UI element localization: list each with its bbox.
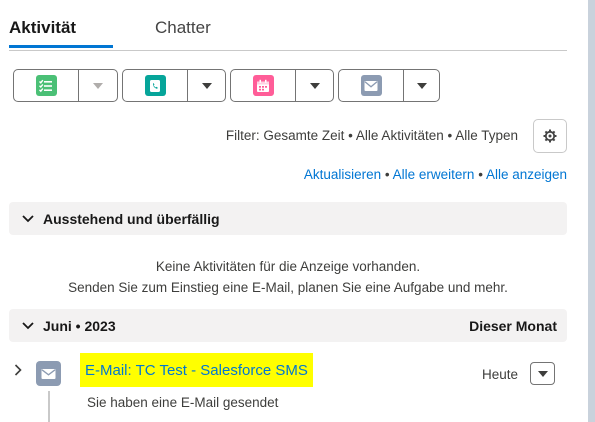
new-task-button[interactable] — [14, 70, 79, 101]
view-all-link[interactable]: Alle anzeigen — [486, 167, 567, 182]
empty-message-line: Senden Sie zum Einstieg eine E-Mail, pla… — [68, 280, 508, 295]
expand-all-link[interactable]: Alle erweitern — [393, 167, 475, 182]
new-task-button-group — [13, 69, 118, 102]
refresh-link[interactable]: Aktualisieren — [304, 167, 381, 182]
chevron-down-icon — [309, 82, 320, 89]
new-task-dropdown[interactable] — [79, 70, 117, 101]
email-button[interactable] — [339, 70, 404, 101]
activity-links: Aktualisieren • Alle erweitern • Alle an… — [304, 167, 567, 182]
timeline-connector — [48, 391, 50, 422]
new-event-dropdown[interactable] — [296, 70, 333, 101]
tab-chatter[interactable]: Chatter — [155, 18, 211, 38]
activity-actions-menu[interactable] — [530, 362, 555, 385]
chevron-down-icon — [93, 82, 103, 89]
chevron-down-icon — [537, 370, 548, 377]
new-event-button[interactable] — [231, 70, 296, 101]
section-title: Juni • 2023 — [43, 317, 116, 334]
chevron-down-icon — [21, 212, 35, 226]
activity-tabs: Aktivität Chatter — [0, 0, 567, 52]
gear-icon — [543, 129, 557, 143]
link-separator: • — [384, 167, 390, 182]
empty-activity-message: Keine Aktivitäten für die Anzeige vorhan… — [0, 256, 576, 298]
calendar-event-icon — [252, 75, 274, 96]
activity-subject-link[interactable]: E-Mail: TC Test - Salesforce SMS — [80, 353, 313, 387]
tab-aktivitaet[interactable]: Aktivität — [9, 18, 76, 38]
activity-date: Heute — [482, 367, 519, 382]
expand-item-button[interactable] — [12, 364, 24, 376]
email-dropdown[interactable] — [404, 70, 439, 101]
chevron-down-icon — [21, 319, 35, 333]
email-button-group — [338, 69, 440, 102]
upcoming-overdue-section-header[interactable]: Ausstehend und überfällig — [9, 202, 567, 235]
chevron-down-icon — [201, 82, 212, 89]
empty-message-line: Keine Aktivitäten für die Anzeige vorhan… — [155, 259, 421, 274]
log-call-button-group — [122, 69, 226, 102]
section-title: Ausstehend und überfällig — [43, 210, 220, 227]
tabs-divider — [9, 50, 567, 51]
active-tab-indicator — [9, 45, 113, 48]
log-call-dropdown[interactable] — [188, 70, 225, 101]
phone-call-icon — [144, 75, 166, 96]
panel-scrollbar[interactable] — [588, 0, 595, 422]
filter-settings-button[interactable] — [533, 119, 567, 153]
log-call-button[interactable] — [123, 70, 188, 101]
task-list-icon — [35, 75, 57, 96]
month-section-header[interactable]: Juni • 2023 Dieser Monat — [9, 309, 567, 342]
email-icon — [36, 361, 61, 386]
current-month-label: Dieser Monat — [469, 317, 557, 334]
activity-filter-summary: Filter: Gesamte Zeit • Alle Aktivitäten … — [225, 128, 518, 143]
chevron-right-icon — [14, 364, 22, 376]
email-icon — [360, 75, 382, 96]
new-event-button-group — [230, 69, 334, 102]
activity-description: Sie haben eine E-Mail gesendet — [87, 395, 279, 410]
chevron-down-icon — [416, 82, 427, 89]
link-separator: • — [478, 167, 483, 182]
